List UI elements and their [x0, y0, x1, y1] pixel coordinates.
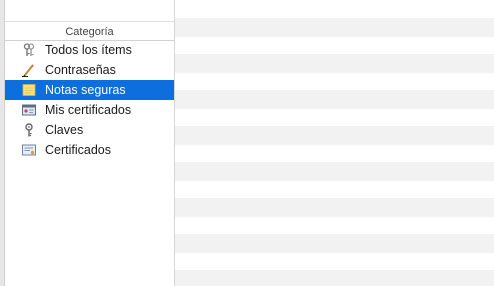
- sidebar-item-keys[interactable]: Claves: [5, 120, 174, 140]
- list-row-stripe: [175, 90, 494, 109]
- certificate-icon: [22, 143, 36, 157]
- note-icon: [22, 83, 36, 97]
- list-row-stripe: [175, 18, 494, 37]
- sidebar-item-label: Mis certificados: [45, 103, 132, 117]
- list-row-stripe: [175, 198, 494, 217]
- sidebar-item-secure-notes[interactable]: Notas seguras: [5, 80, 174, 100]
- certificate-id-icon: [22, 103, 36, 117]
- sidebar-header[interactable]: Categoría: [5, 24, 174, 41]
- sidebar-item-label: Todos los ítems: [45, 43, 132, 57]
- list-row-stripe: [175, 270, 494, 286]
- list-row-stripe: [175, 126, 494, 145]
- sidebar-item-passwords[interactable]: Contraseñas: [5, 60, 174, 80]
- category-sidebar: Categoría Todos los ítems Contraseñas No…: [5, 0, 175, 286]
- sidebar-item-all-items[interactable]: Todos los ítems: [5, 40, 174, 60]
- sidebar-item-label: Claves: [45, 123, 84, 137]
- keys-icon: [22, 43, 36, 57]
- list-row-stripe: [175, 234, 494, 253]
- list-row-stripe: [175, 54, 494, 73]
- list-row-stripe: [175, 162, 494, 181]
- key-icon: [22, 123, 36, 137]
- sidebar-item-label: Certificados: [45, 143, 111, 157]
- pencil-icon: [22, 63, 36, 77]
- sidebar-item-label: Notas seguras: [45, 83, 126, 97]
- sidebar-item-my-certificates[interactable]: Mis certificados: [5, 100, 174, 120]
- items-list[interactable]: [175, 0, 494, 286]
- sidebar-item-certificates[interactable]: Certificados: [5, 140, 174, 160]
- sidebar-top-divider: [5, 21, 174, 22]
- sidebar-item-label: Contraseñas: [45, 63, 116, 77]
